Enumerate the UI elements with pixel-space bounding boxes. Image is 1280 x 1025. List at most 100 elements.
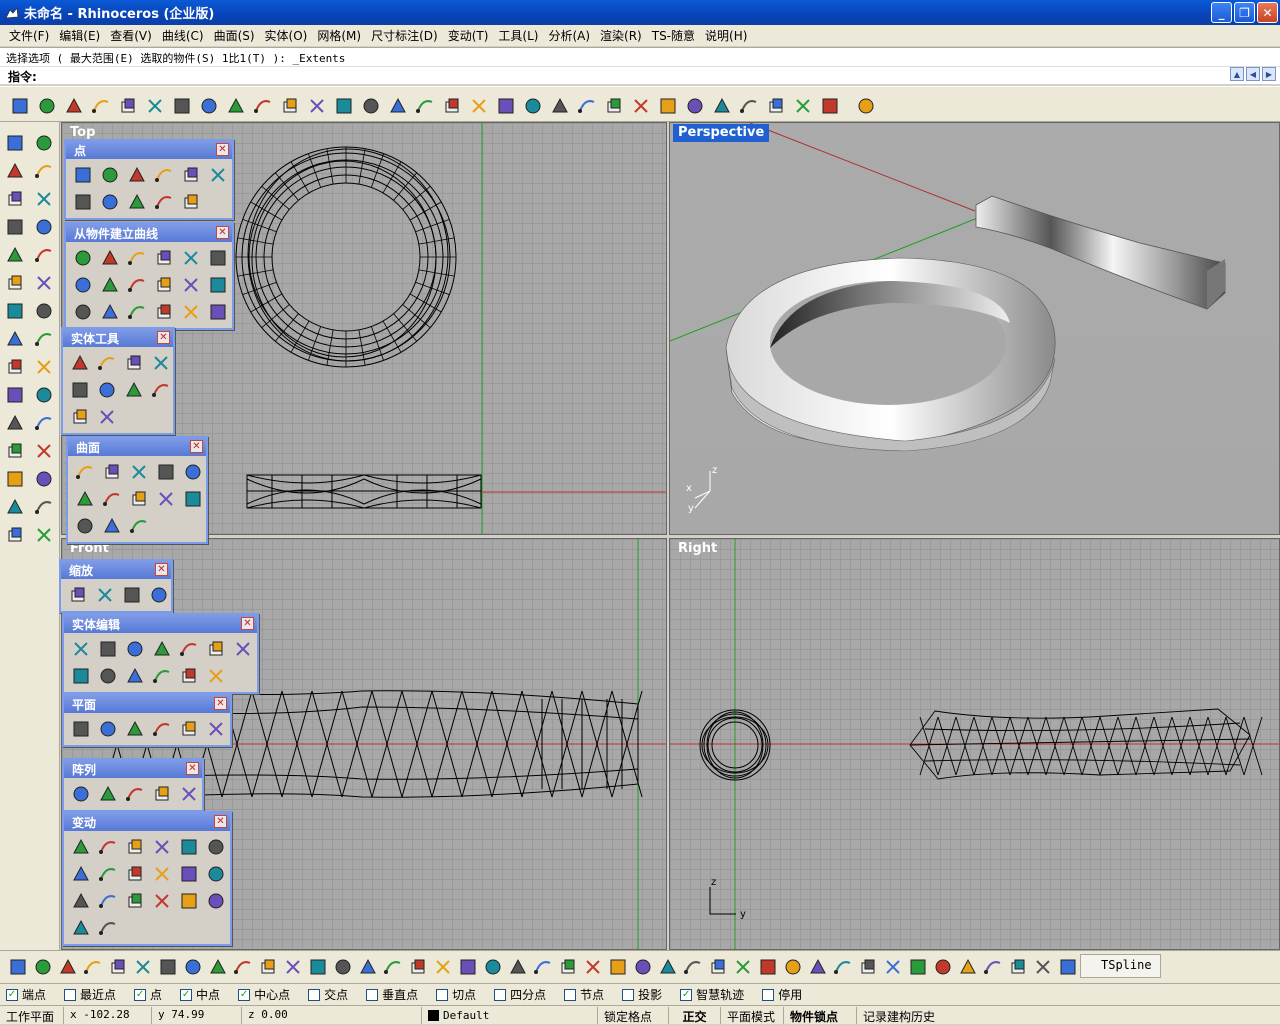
ortho-toggle[interactable]: 正交: [669, 1006, 721, 1024]
move-edge-icon[interactable]: [96, 637, 120, 661]
help-icon[interactable]: [818, 94, 842, 118]
palette-close-icon[interactable]: ✕: [190, 440, 203, 453]
tspline-tool-41-icon[interactable]: [1031, 955, 1055, 979]
loft-icon[interactable]: [181, 460, 205, 484]
wireframe-icon[interactable]: [179, 273, 203, 297]
unroll-icon[interactable]: [125, 300, 149, 324]
tspline-tool-35-icon[interactable]: [881, 955, 905, 979]
divide-curve-icon[interactable]: [179, 163, 203, 187]
tspline-tool-8-icon[interactable]: [206, 955, 230, 979]
surface-corners-icon[interactable]: [73, 460, 97, 484]
paste-icon[interactable]: [197, 94, 221, 118]
rail-revolve-icon[interactable]: [73, 487, 97, 511]
sporph-icon[interactable]: [96, 916, 120, 940]
scale-2d-icon[interactable]: [93, 583, 117, 607]
tspline-tool-2-icon[interactable]: [56, 955, 80, 979]
viewport-title-right[interactable]: Right: [673, 540, 722, 558]
osnap-checkbox[interactable]: [622, 988, 635, 1001]
points-curve-icon[interactable]: [98, 300, 122, 324]
flow-icon[interactable]: [179, 300, 203, 324]
menu-item-13[interactable]: 说明(H): [700, 27, 752, 44]
rotate-icon[interactable]: [96, 835, 120, 859]
palette-6[interactable]: 平面 ✕: [62, 693, 232, 747]
osnap-6[interactable]: 垂直点: [366, 986, 418, 1003]
osnap-toggle[interactable]: 物件锁点: [784, 1006, 857, 1024]
tspline-tool-17-icon[interactable]: [431, 955, 455, 979]
split-face-icon[interactable]: [123, 637, 147, 661]
light-icon[interactable]: [575, 94, 599, 118]
tspline-tool-14-icon[interactable]: [356, 955, 380, 979]
palette-close-icon[interactable]: ✕: [214, 697, 227, 710]
palette-title-bar[interactable]: 点 ✕: [66, 141, 232, 159]
zoom-window-icon[interactable]: [332, 94, 356, 118]
circle-icon[interactable]: [2, 186, 28, 212]
move-icon[interactable]: [69, 835, 93, 859]
plane-3pt-icon[interactable]: [96, 717, 120, 741]
point-cloud-icon[interactable]: [98, 163, 122, 187]
palette-title-bar[interactable]: 曲面 ✕: [68, 438, 206, 456]
menu-item-6[interactable]: 网格(M): [312, 27, 366, 44]
move-hole-icon[interactable]: [204, 637, 228, 661]
fold-face-icon[interactable]: [150, 637, 174, 661]
osnap-9[interactable]: 节点: [564, 986, 604, 1003]
tspline-tool-25-icon[interactable]: [631, 955, 655, 979]
duplicate-edge-icon[interactable]: [125, 246, 149, 270]
tspline-tool-32-icon[interactable]: [806, 955, 830, 979]
osnap-checkbox[interactable]: ✓: [680, 988, 693, 1001]
menu-item-0[interactable]: 文件(F): [4, 27, 54, 44]
tspline-tool-7-icon[interactable]: [181, 955, 205, 979]
tspline-tool-22-icon[interactable]: [556, 955, 580, 979]
osnap-checkbox[interactable]: [564, 988, 577, 1001]
offset-icon[interactable]: [2, 438, 28, 464]
layer-icon[interactable]: [602, 94, 626, 118]
array-hole-icon[interactable]: [96, 664, 120, 688]
cplane-icon[interactable]: [548, 94, 572, 118]
osnap-11[interactable]: ✓ 智慧轨迹: [680, 986, 744, 1003]
minimize-button[interactable]: _: [1211, 2, 1232, 23]
scroll-left-icon[interactable]: ◀: [1246, 67, 1260, 81]
osnap-checkbox[interactable]: ✓: [238, 988, 251, 1001]
boolean-icon[interactable]: [2, 410, 28, 436]
create-uv-icon[interactable]: [152, 300, 176, 324]
osnap-10[interactable]: 投影: [622, 986, 662, 1003]
palette-close-icon[interactable]: ✕: [216, 226, 229, 239]
tspline-tool-0-icon[interactable]: [6, 955, 30, 979]
picture-frame-icon[interactable]: [204, 717, 228, 741]
network-srf-icon[interactable]: [154, 487, 178, 511]
tspline-tool-34-icon[interactable]: [856, 955, 880, 979]
tspline-tool-9-icon[interactable]: [231, 955, 255, 979]
undo-view-icon[interactable]: [413, 94, 437, 118]
dimension-icon[interactable]: [31, 466, 57, 492]
tspline-tool-1-icon[interactable]: [31, 955, 55, 979]
offset-surface-icon[interactable]: [125, 273, 149, 297]
polyline-points-icon[interactable]: [71, 190, 95, 214]
zoom-extents-icon[interactable]: [359, 94, 383, 118]
polyline-icon[interactable]: [2, 158, 28, 184]
menu-item-7[interactable]: 尺寸标注(D): [366, 27, 443, 44]
tspline-tool-42-icon[interactable]: [1056, 955, 1080, 979]
array-curve-icon[interactable]: [123, 782, 147, 806]
array-srf-icon[interactable]: [150, 782, 174, 806]
osnap-5[interactable]: 交点: [308, 986, 348, 1003]
dup-mesh-edge-icon[interactable]: [206, 273, 230, 297]
menu-item-3[interactable]: 曲线(C): [157, 27, 209, 44]
menu-item-10[interactable]: 分析(A): [543, 27, 595, 44]
extend-icon[interactable]: [31, 354, 57, 380]
palette-close-icon[interactable]: ✕: [155, 563, 168, 576]
contour-icon[interactable]: [179, 246, 203, 270]
tspline-tool-18-icon[interactable]: [456, 955, 480, 979]
select-icon[interactable]: [2, 130, 28, 156]
cage-edit-icon[interactable]: [177, 835, 201, 859]
planar-toggle[interactable]: 平面模式: [721, 1006, 784, 1024]
fillet-curve-icon[interactable]: [31, 270, 57, 296]
shear-icon[interactable]: [123, 889, 147, 913]
osnap-2[interactable]: ✓ 点: [134, 986, 162, 1003]
viewport-title-perspective[interactable]: Perspective: [673, 124, 770, 142]
heightfield-icon[interactable]: [100, 514, 124, 538]
viewport-right[interactable]: z y Right: [669, 538, 1280, 950]
merge-faces-icon[interactable]: [122, 378, 146, 402]
solid-icon[interactable]: [2, 522, 28, 548]
boolean-intersection-icon[interactable]: [122, 351, 146, 375]
color-wheel-icon[interactable]: [629, 94, 653, 118]
tspline-tool-26-icon[interactable]: [656, 955, 680, 979]
